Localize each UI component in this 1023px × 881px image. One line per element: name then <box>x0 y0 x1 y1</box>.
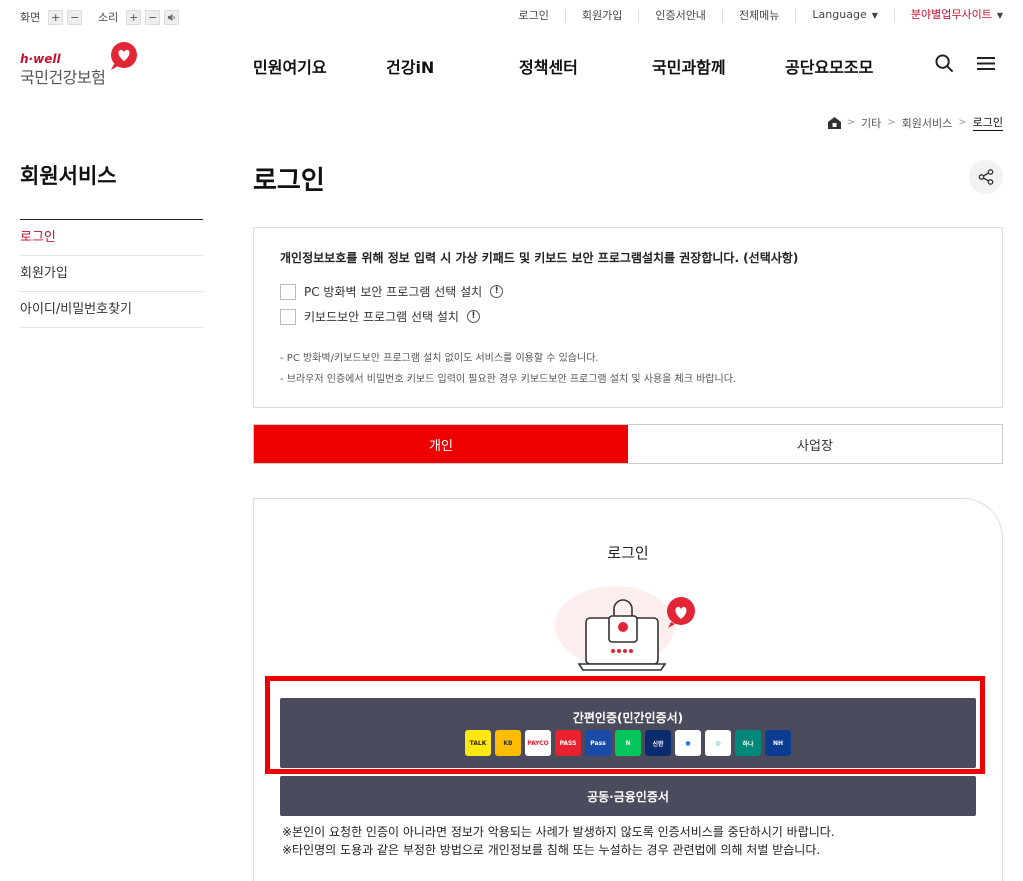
member-type-tabs: 개인 사업장 <box>253 424 1003 464</box>
simple-auth-label: 간편인증(민간인증서) <box>572 711 684 725</box>
security-note: - 브라우저 인증에서 비밀번호 키보드 입력이 필요한 경우 키보드보안 프로… <box>280 374 737 385</box>
share-button[interactable] <box>969 160 1003 194</box>
laptop-lock-illustration <box>555 586 695 671</box>
sound-down-button[interactable]: − <box>145 9 161 25</box>
sound-label: 소리 <box>98 11 119 24</box>
breadcrumb-separator: > <box>887 117 896 128</box>
info-icon[interactable]: ! <box>466 310 480 323</box>
utility-bar: 화면 + − 소리 + − 로그인 회원가입 인증서안내 전체메뉴 Langua… <box>0 0 1023 32</box>
login-panel-title: 로그인 <box>607 544 649 562</box>
sound-control: 소리 + − <box>98 9 180 25</box>
kb-icon: KB <box>495 730 521 756</box>
hana-icon: 하나 <box>735 730 761 756</box>
warning-text: ※타인명의 도용과 같은 부정한 방법으로 개인정보를 침해 또는 누설하는 경… <box>282 843 821 857</box>
checkbox[interactable] <box>280 283 296 300</box>
util-link-full-menu[interactable]: 전체메뉴 <box>721 9 795 22</box>
breadcrumb: > 기타 > 회원서비스 > 로그인 <box>827 114 1003 131</box>
naver-icon: N <box>615 730 641 756</box>
screen-zoom-in-button[interactable]: + <box>48 9 64 25</box>
info-icon[interactable]: ! <box>490 285 504 298</box>
hamburger-menu-icon[interactable] <box>977 56 995 71</box>
checkbox-label: 키보드보안 프로그램 선택 설치 <box>304 310 459 324</box>
pass-icon: PASS <box>555 730 581 756</box>
nh-icon: NH <box>765 730 791 756</box>
breadcrumb-item[interactable]: 기타 <box>861 115 881 131</box>
firewall-install-checkbox[interactable]: PC 방화벽 보안 프로그램 선택 설치 ! <box>280 283 504 300</box>
sidebar-item-join[interactable]: 회원가입 <box>20 256 203 292</box>
toss-icon: ● <box>675 730 701 756</box>
payco-icon: PAYCO <box>525 730 551 756</box>
auth-provider-icons: TALK KB PAYCO PASS Pass N 신한 ● ◎ 하나 NH <box>465 730 791 756</box>
security-heading: 개인정보보호를 위해 정보 입력 시 가상 키패드 및 키보드 보안 프로그램설… <box>280 251 799 265</box>
bank-salad-icon: ◎ <box>705 730 731 756</box>
security-note: - PC 방화벽/키보드보안 프로그램 설치 없이도 서비스를 이용할 수 있습… <box>280 353 599 364</box>
side-navigation: 로그인 회원가입 아이디/비밀번호찾기 <box>20 219 203 328</box>
heart-logo-icon <box>111 42 137 70</box>
kakao-talk-icon: TALK <box>465 730 491 756</box>
sidebar-item-find-id-password[interactable]: 아이디/비밀번호찾기 <box>20 292 203 328</box>
joint-financial-cert-button[interactable]: 공동·금융인증서 <box>280 776 976 816</box>
warning-text: ※본인이 요청한 인증이 아니라면 정보가 악용되는 사례가 발생하지 않도록 … <box>282 825 835 839</box>
util-link-login[interactable]: 로그인 <box>502 9 564 22</box>
breadcrumb-item[interactable]: 회원서비스 <box>902 115 953 131</box>
util-link-join[interactable]: 회원가입 <box>564 9 638 22</box>
share-icon <box>978 169 994 185</box>
gnb-item-about[interactable]: 공단요모조모 <box>785 54 873 78</box>
shinhan-icon: 신한 <box>645 730 671 756</box>
home-icon[interactable] <box>827 116 841 129</box>
screen-label: 화면 <box>20 11 41 24</box>
language-select[interactable]: Language ▼ <box>795 9 893 22</box>
field-sites-select[interactable]: 분야별업무사이트 ▼ <box>893 8 1003 22</box>
nhis-logo[interactable]: h·well 국민건강보험 <box>20 42 140 87</box>
sidebar-item-login[interactable]: 로그인 <box>20 220 203 256</box>
breadcrumb-current: 로그인 <box>972 116 1003 131</box>
gnb-item-health-in[interactable]: 건강iN <box>386 54 519 78</box>
utility-links: 로그인 회원가입 인증서안내 전체메뉴 Language ▼ 분야별업무사이트 ▼ <box>502 9 1003 22</box>
chevron-down-icon: ▼ <box>996 11 1003 20</box>
lnb-title: 회원서비스 <box>20 164 117 188</box>
screen-zoom-control: 화면 + − <box>20 9 83 25</box>
tab-business[interactable]: 사업장 <box>628 425 1002 463</box>
field-sites-label: 분야별업무사이트 <box>910 8 992 21</box>
keyboard-security-install-checkbox[interactable]: 키보드보안 프로그램 선택 설치 ! <box>280 308 480 325</box>
breadcrumb-separator: > <box>958 117 967 128</box>
screen-zoom-out-button[interactable]: − <box>67 9 83 25</box>
search-icon[interactable] <box>935 54 954 73</box>
checkbox[interactable] <box>280 308 296 325</box>
chevron-down-icon: ▼ <box>871 11 878 20</box>
tab-personal[interactable]: 개인 <box>254 425 628 463</box>
gnb-item-policy[interactable]: 정책센터 <box>519 54 652 78</box>
speaker-icon[interactable] <box>164 9 180 25</box>
checkbox-label: PC 방화벽 보안 프로그램 선택 설치 <box>304 285 483 299</box>
page-title: 로그인 <box>253 166 325 196</box>
logo-name: 국민건강보험 <box>20 68 106 87</box>
sound-up-button[interactable]: + <box>126 9 142 25</box>
gnb-item-civil[interactable]: 민원여기요 <box>253 54 386 78</box>
simple-auth-button[interactable]: 간편인증(민간인증서) TALK KB PAYCO PASS Pass N 신한 ● ◎ 하나 NH <box>280 698 976 768</box>
breadcrumb-separator: > <box>846 117 855 128</box>
samsung-pass-icon: Pass <box>585 730 611 756</box>
util-link-cert-guide[interactable]: 인증서안내 <box>638 9 722 22</box>
security-program-box: 개인정보보호를 위해 정보 입력 시 가상 키패드 및 키보드 보안 프로그램설… <box>253 227 1003 408</box>
main-navigation: 민원여기요 건강iN 정책센터 국민과함께 공단요모조모 <box>253 54 873 78</box>
language-label: Language <box>812 8 867 21</box>
gnb-item-with-people[interactable]: 국민과함께 <box>652 54 785 78</box>
